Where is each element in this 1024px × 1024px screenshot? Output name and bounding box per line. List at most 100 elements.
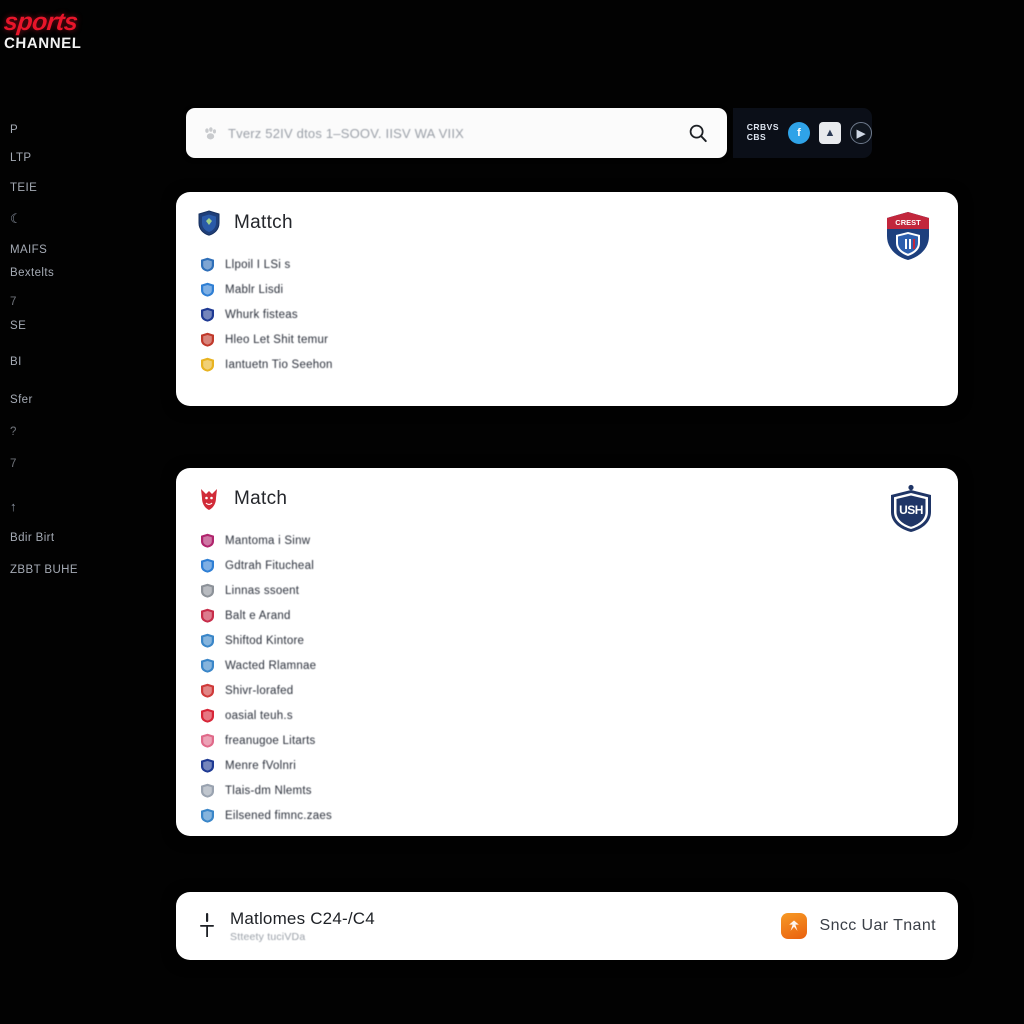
list-item[interactable]: oasial teuh.s xyxy=(200,703,958,728)
red-blue-team-crest-logo: CREST xyxy=(882,210,934,262)
list-item[interactable]: Balt e Arand xyxy=(200,603,958,628)
list-item[interactable]: Llpoil I LSi s xyxy=(200,252,958,277)
list-item[interactable]: Iantuetn Tio Seehon xyxy=(200,352,958,377)
list-item[interactable]: Eilsened fimnc.zaes xyxy=(200,803,958,828)
brand-logo-secondary: CHANNEL xyxy=(3,35,82,52)
red-heart-icon xyxy=(200,708,215,723)
pink-oval-icon xyxy=(200,733,215,748)
list-item[interactable]: Tlais-dm Nlemts xyxy=(200,778,958,803)
bottom-bar-right[interactable]: Sncc Uar Tnant xyxy=(780,913,936,939)
list-item-label: freanugoe Litarts xyxy=(225,734,316,747)
list-item-label: Wacted Rlamnae xyxy=(225,659,317,672)
navy-grid-icon xyxy=(200,758,215,773)
list-item[interactable]: Menre fVolnri xyxy=(200,753,958,778)
list-item-label: Shiftod Kintore xyxy=(225,634,305,647)
match-card-secondary: Match USH Mantoma i Sinw Gdtrah Fitucheal… xyxy=(176,468,958,836)
sidebar-item-0[interactable]: P xyxy=(10,124,18,137)
card-title: Mattch xyxy=(234,212,293,233)
player-icon[interactable]: ▶ xyxy=(850,122,872,144)
bottom-bar-action-label: Sncc Uar Tnant xyxy=(819,917,936,934)
sidebar-item-6[interactable]: 7 xyxy=(10,296,17,309)
list-item[interactable]: Hleo Let Shit temur xyxy=(200,327,958,352)
blue-card-icon xyxy=(200,808,215,823)
match-card-primary: Mattch CREST Llpoil I LSi s Mablr Lisdi Wh… xyxy=(176,192,958,406)
list-item[interactable]: Mablr Lisdi xyxy=(200,277,958,302)
navy-usa-shield-logo: USH xyxy=(888,484,934,534)
gray-dash-icon xyxy=(200,583,215,598)
sidebar-item-3[interactable]: ☾ xyxy=(10,211,22,226)
app-root: sports CHANNEL P LTP TEIE ☾ MAIFS Bextelts 7 SE… xyxy=(0,0,1024,1024)
card-title: Match xyxy=(234,488,288,509)
red-crest-icon xyxy=(200,332,215,347)
sidebar-item-9[interactable]: Sfer xyxy=(10,394,33,407)
bottom-bar-title: Matlomes C24-/C4 xyxy=(230,909,375,928)
magenta-ball-icon xyxy=(200,533,215,548)
bottom-bar-left: Matlomes C24-/C4 Stteety tuciVDa xyxy=(198,909,375,943)
sidebar-item-7[interactable]: SE xyxy=(10,320,26,333)
orange-app-icon xyxy=(780,913,807,939)
sidebar-item-11[interactable]: 7 xyxy=(10,458,17,471)
bottom-bar-subtitle: Stteety tuciVDa xyxy=(230,931,306,943)
blue-shield-crest-icon xyxy=(198,210,220,236)
social-strip: CRBVS CBS f ▲ ▶ xyxy=(732,108,872,158)
list-item[interactable]: Gdtrah Fitucheal xyxy=(200,553,958,578)
sidebar-item-14[interactable]: ZBBT BUHE xyxy=(10,564,78,577)
brand-logo-primary: sports xyxy=(2,8,79,36)
bottom-info-bar[interactable]: Matlomes C24-/C4 Stteety tuciVDa Sncc Ua… xyxy=(176,892,958,960)
sidebar-nav: P LTP TEIE ☾ MAIFS Bextelts 7 SE BI Sfer? 7 ↑ Bdir B… xyxy=(0,112,176,872)
bottom-bar-titles: Matlomes C24-/C4 Stteety tuciVDa xyxy=(230,909,375,943)
search-box[interactable] xyxy=(186,108,727,158)
sidebar-item-1[interactable]: LTP xyxy=(10,152,31,165)
card-header: Mattch xyxy=(176,192,958,236)
list-item[interactable]: Wacted Rlamnae xyxy=(200,653,958,678)
list-item-label: Mantoma i Sinw xyxy=(225,534,311,547)
list-item[interactable]: Shivr-lorafed xyxy=(200,678,958,703)
list-item[interactable]: Whurk fisteas xyxy=(200,302,958,327)
paw-icon xyxy=(202,125,219,142)
facebook-icon[interactable]: f xyxy=(788,122,810,144)
yellow-badge-icon xyxy=(200,357,215,372)
blue-flag-icon xyxy=(200,558,215,573)
pin-marker-icon xyxy=(198,911,216,941)
red-bull-crest-icon xyxy=(198,486,220,512)
list-item-label: Linnas ssoent xyxy=(225,584,300,597)
svg-text:CREST: CREST xyxy=(895,218,921,227)
navy-crest-icon xyxy=(200,307,215,322)
search-input[interactable] xyxy=(228,125,683,141)
red-badge-icon xyxy=(200,608,215,623)
search-icon[interactable] xyxy=(683,118,713,148)
list-item-label: oasial teuh.s xyxy=(225,709,293,722)
svg-text:USH: USH xyxy=(899,503,923,517)
list-item-label: Llpoil I LSi s xyxy=(225,258,291,271)
list-item[interactable]: Mantoma i Sinw xyxy=(200,528,958,553)
search-row: CRBVS CBS f ▲ ▶ xyxy=(186,108,872,158)
sidebar-item-13[interactable]: Bdir Birt xyxy=(10,532,55,545)
red-outline-icon xyxy=(200,683,215,698)
list-item-label: Iantuetn Tio Seehon xyxy=(225,358,333,371)
list-item-label: Hleo Let Shit temur xyxy=(225,333,329,346)
list-item[interactable]: Linnas ssoent xyxy=(200,578,958,603)
sidebar-item-10[interactable]: ? xyxy=(10,426,17,439)
share-icon[interactable]: ▲ xyxy=(819,122,841,144)
card-header: Match xyxy=(176,468,958,512)
list-item-label: Menre fVolnri xyxy=(225,759,297,772)
sidebar-item-2[interactable]: TEIE xyxy=(10,182,37,195)
list-item-label: Tlais-dm Nlemts xyxy=(225,784,312,797)
blue-u-icon xyxy=(200,658,215,673)
sidebar-item-12[interactable]: ↑ xyxy=(10,499,17,514)
sidebar-item-8[interactable]: BI xyxy=(10,356,22,369)
list-item[interactable]: freanugoe Litarts xyxy=(200,728,958,753)
list-item-label: Mablr Lisdi xyxy=(225,283,284,296)
list-item-label: Whurk fisteas xyxy=(225,308,298,321)
list-item-label: Shivr-lorafed xyxy=(225,684,294,697)
list-item-label: Eilsened fimnc.zaes xyxy=(225,809,333,822)
sidebar-item-5[interactable]: Bextelts xyxy=(10,267,54,280)
list-item[interactable]: Shiftod Kintore xyxy=(200,628,958,653)
list-item-label: Balt e Arand xyxy=(225,609,291,622)
card-item-list: Mantoma i Sinw Gdtrah Fitucheal Linnas sso… xyxy=(176,512,958,828)
sidebar-item-4[interactable]: MAIFS xyxy=(10,244,47,257)
list-item-label: Gdtrah Fitucheal xyxy=(225,559,315,572)
gray-globe-icon xyxy=(200,783,215,798)
brand-logo[interactable]: sports CHANNEL xyxy=(2,8,164,52)
network-label: CRBVS CBS xyxy=(746,122,779,142)
